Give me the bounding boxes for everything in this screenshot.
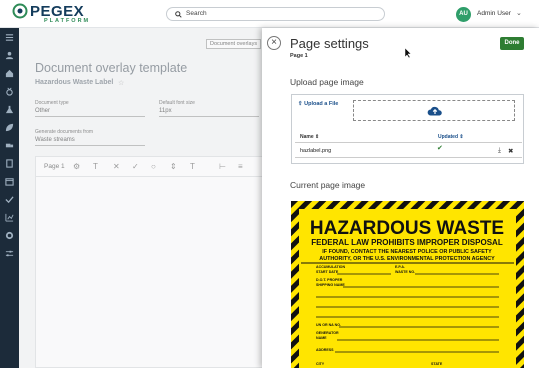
label-law-text: FEDERAL LAW PROHIBITS IMPROPER DISPOSAL xyxy=(311,238,503,247)
flask-icon[interactable] xyxy=(5,105,14,114)
label-generator-name: NAME xyxy=(316,336,327,340)
label-generator: GENERATOR xyxy=(316,331,339,335)
top-bar: PEGEX PLATFORM Search AU Admin User ⌄ xyxy=(0,0,539,28)
search-icon xyxy=(175,11,182,18)
label-accumulation: ACCUMULATION xyxy=(316,265,345,269)
upload-panel: ⇧ Upload a File Name ⇕ Updated ⇕ hazlabe… xyxy=(291,94,524,164)
sliders-icon[interactable] xyxy=(5,249,14,258)
font-size-select[interactable]: 11px xyxy=(159,108,259,117)
close-icon: × xyxy=(271,37,277,48)
label-contact-line1: IF FOUND, CONTACT THE NEAREST POLICE OR … xyxy=(322,249,492,255)
label-heading: HAZARDOUS WASTE xyxy=(310,218,504,239)
column-updated-label: Updated xyxy=(438,134,458,140)
generate-from-value: Waste streams xyxy=(35,137,75,143)
logo-subtext: PLATFORM xyxy=(44,18,91,24)
label-contact-line2: AUTHORITY, OR THE U.S. ENVIRONMENTAL PRO… xyxy=(319,256,495,262)
page-title: Document overlay template xyxy=(35,61,188,75)
page-selector[interactable]: Page 1 xyxy=(44,163,65,170)
panel-subtitle: Page 1 xyxy=(290,53,308,59)
truck-icon[interactable] xyxy=(5,141,14,150)
label-un-na-no: UN OR NA NO. xyxy=(316,323,341,327)
column-header-updated[interactable]: Updated ⇕ xyxy=(438,134,464,140)
cloud-upload-icon xyxy=(427,106,442,116)
user-name[interactable]: Admin User xyxy=(477,10,511,17)
search-input[interactable]: Search xyxy=(166,7,385,21)
upload-file-label: Upload a File xyxy=(304,101,339,107)
search-placeholder: Search xyxy=(186,10,207,17)
upload-section-title: Upload page image xyxy=(290,77,364,87)
calendar-icon[interactable] xyxy=(5,177,14,186)
hazardous-waste-label-image: HAZARDOUS WASTE FEDERAL LAW PROHIBITS IM… xyxy=(291,201,524,368)
logo-mark-icon xyxy=(12,3,28,19)
column-name-label: Name xyxy=(300,134,314,140)
generate-from-label: Generate documents from xyxy=(35,129,94,135)
font-size-label: Default font size xyxy=(159,100,195,106)
people-icon[interactable] xyxy=(5,51,14,60)
file-dropzone[interactable] xyxy=(353,100,515,121)
delete-icon[interactable]: ✖ xyxy=(508,147,513,155)
menu-icon[interactable] xyxy=(5,33,14,42)
medal-icon[interactable] xyxy=(5,87,14,96)
updated-check-icon: ✔ xyxy=(437,145,443,152)
label-start-date: START DATE xyxy=(316,270,339,274)
label-address: ADDRESS xyxy=(316,348,334,352)
text-tool-icon[interactable]: T xyxy=(93,162,98,171)
label-epa: E.P.A. xyxy=(395,265,405,269)
text-size-tool-icon[interactable]: T xyxy=(190,162,195,171)
generate-from-select[interactable]: Waste streams xyxy=(35,137,145,146)
cross-tool-icon[interactable]: ✕ xyxy=(113,162,120,171)
doc-type-select[interactable]: Other xyxy=(35,108,145,117)
settings-icon[interactable] xyxy=(5,231,14,240)
leaf-icon[interactable] xyxy=(5,123,14,132)
label-city: CITY xyxy=(316,362,325,366)
label-waste-no: WASTE NO. xyxy=(395,270,415,274)
column-header-name[interactable]: Name ⇕ xyxy=(300,134,319,140)
chevron-down-icon[interactable]: ⌄ xyxy=(516,9,522,17)
table-row: hazlabel.png ✔ ⤓ ✖ xyxy=(295,142,522,158)
home-icon[interactable] xyxy=(5,69,14,78)
doc-type-value: Other xyxy=(35,108,51,114)
done-button[interactable]: Done xyxy=(500,37,524,50)
sort-icon: ⇕ xyxy=(459,134,464,140)
checkmark-tool-icon[interactable]: ✓ xyxy=(132,162,139,171)
app-root: PEGEX PLATFORM Search AU Admin User ⌄ Do… xyxy=(0,0,539,368)
align-left-icon[interactable]: ⊢ xyxy=(219,162,226,171)
breadcrumb[interactable]: Document overlays xyxy=(206,39,262,49)
template-name: Hazardous Waste Label xyxy=(35,79,114,86)
spacing-tool-icon[interactable]: ⇕ xyxy=(170,162,177,171)
circle-tool-icon[interactable]: ○ xyxy=(151,162,156,171)
star-icon[interactable]: ☆ xyxy=(118,79,124,87)
close-button[interactable]: × xyxy=(267,36,281,50)
align-center-icon[interactable]: ≡ xyxy=(238,162,243,171)
panel-title: Page settings xyxy=(290,36,369,51)
check-icon[interactable] xyxy=(5,195,14,204)
current-page-image: HAZARDOUS WASTE FEDERAL LAW PROHIBITS IM… xyxy=(291,201,524,368)
label-dot-proper: D.O.T. PROPER xyxy=(316,278,343,282)
upload-file-link[interactable]: ⇧ Upload a File xyxy=(298,101,338,107)
pegex-logo[interactable]: PEGEX PLATFORM xyxy=(12,3,88,24)
page-settings-panel: × Page settings Page 1 Done Upload page … xyxy=(262,28,539,368)
sort-icon: ⇕ xyxy=(315,134,320,140)
download-icon[interactable]: ⤓ xyxy=(498,147,501,155)
chart-icon[interactable] xyxy=(5,213,14,222)
file-name: hazlabel.png xyxy=(300,148,332,154)
gear-icon[interactable]: ⚙ xyxy=(73,162,80,171)
sidebar xyxy=(0,28,19,368)
font-size-value: 11px xyxy=(159,108,172,114)
document-icon[interactable] xyxy=(5,159,14,168)
doc-type-label: Document type xyxy=(35,100,69,106)
current-image-section-title: Current page image xyxy=(290,180,366,190)
mouse-cursor-icon xyxy=(405,48,412,58)
avatar[interactable]: AU xyxy=(456,7,471,22)
label-shipping-name: SHIPPING NAME xyxy=(316,283,345,287)
label-state: STATE xyxy=(431,362,443,366)
